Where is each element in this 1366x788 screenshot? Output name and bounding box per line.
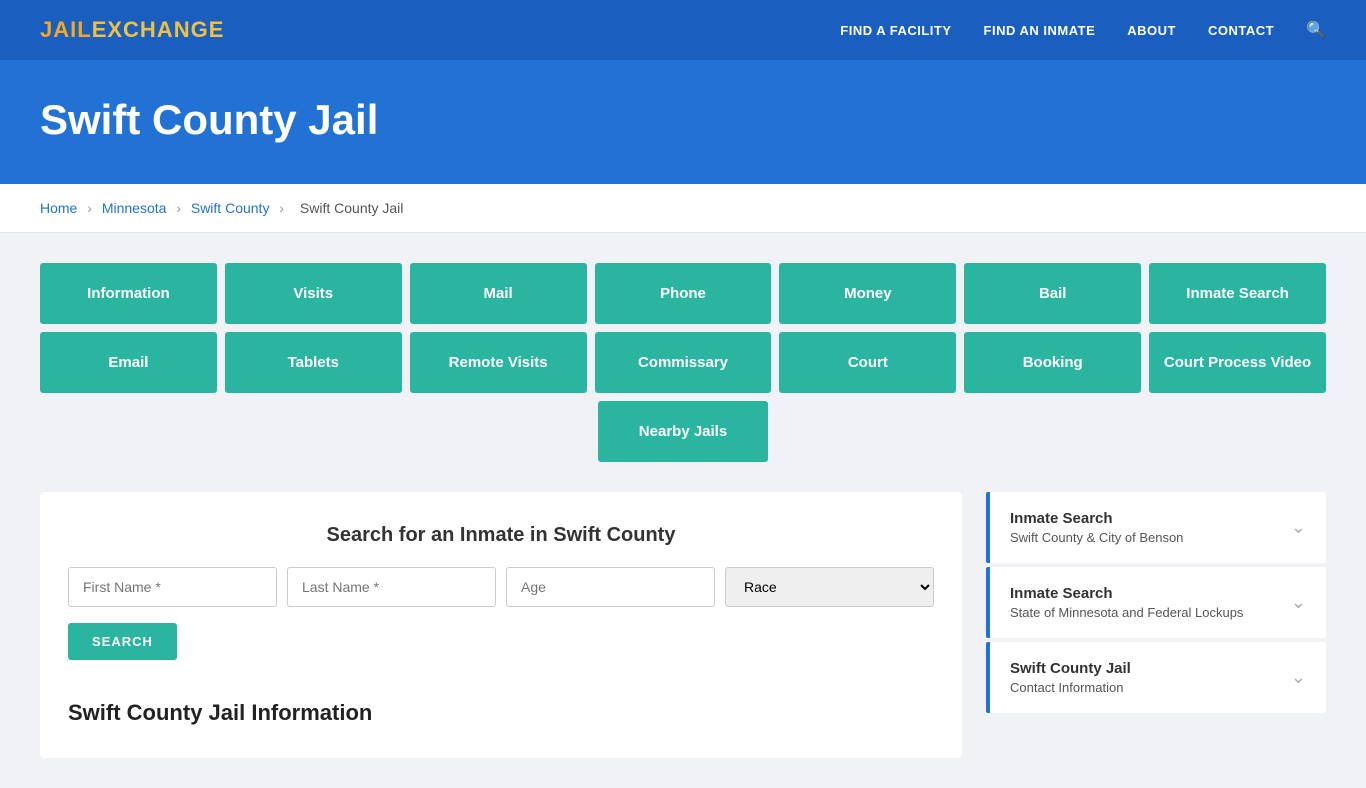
search-title: Search for an Inmate in Swift County (68, 524, 934, 547)
search-panel: Search for an Inmate in Swift County Rac… (40, 492, 962, 758)
navbar: JAILEXCHANGE FIND A FACILITY FIND AN INM… (0, 0, 1366, 60)
sidebar-item-inmate-search-swift[interactable]: Inmate Search Swift County & City of Ben… (986, 492, 1326, 563)
sidebar-item-inmate-search-state[interactable]: Inmate Search State of Minnesota and Fed… (986, 567, 1326, 638)
nav-contact[interactable]: CONTACT (1208, 23, 1274, 38)
first-name-input[interactable] (68, 567, 277, 607)
nav-find-inmate[interactable]: FIND AN INMATE (984, 23, 1096, 38)
sidebar-item-text-2: Inmate Search State of Minnesota and Fed… (1010, 585, 1243, 620)
last-name-input[interactable] (287, 567, 496, 607)
button-grid-row2: Email Tablets Remote Visits Commissary C… (40, 332, 1326, 393)
btn-mail[interactable]: Mail (410, 263, 587, 324)
search-submit-button[interactable]: SEARCH (68, 623, 177, 660)
btn-booking[interactable]: Booking (964, 332, 1141, 393)
breadcrumb-sep-1: › (87, 200, 92, 216)
breadcrumb-minnesota[interactable]: Minnesota (102, 200, 167, 216)
nav-find-facility[interactable]: FIND A FACILITY (840, 23, 951, 38)
logo-jail: JAIL (40, 17, 92, 42)
sidebar-sub-1: Swift County & City of Benson (1010, 530, 1183, 545)
btn-email[interactable]: Email (40, 332, 217, 393)
two-col-layout: Search for an Inmate in Swift County Rac… (40, 492, 1326, 758)
page-title: Swift County Jail (40, 96, 1326, 144)
btn-visits[interactable]: Visits (225, 263, 402, 324)
site-logo[interactable]: JAILEXCHANGE (40, 17, 224, 43)
sidebar: Inmate Search Swift County & City of Ben… (986, 492, 1326, 717)
btn-information[interactable]: Information (40, 263, 217, 324)
sidebar-title-1: Inmate Search (1010, 510, 1183, 527)
breadcrumb-sep-2: › (176, 200, 181, 216)
sidebar-item-text-1: Inmate Search Swift County & City of Ben… (1010, 510, 1183, 545)
search-fields: Race White Black Hispanic Asian Other (68, 567, 934, 607)
nav-links: FIND A FACILITY FIND AN INMATE ABOUT CON… (840, 20, 1326, 40)
sidebar-sub-3: Contact Information (1010, 680, 1131, 695)
btn-nearby-jails[interactable]: Nearby Jails (598, 401, 768, 462)
chevron-down-icon-1: ⌄ (1291, 517, 1306, 538)
chevron-down-icon-3: ⌄ (1291, 667, 1306, 688)
breadcrumb-swift-county[interactable]: Swift County (191, 200, 270, 216)
chevron-down-icon-2: ⌄ (1291, 592, 1306, 613)
sidebar-sub-2: State of Minnesota and Federal Lockups (1010, 605, 1243, 620)
logo-exchange: EXCHANGE (92, 17, 225, 42)
search-icon[interactable]: 🔍 (1306, 20, 1326, 40)
hero-section: Swift County Jail (0, 60, 1366, 184)
breadcrumb-home[interactable]: Home (40, 200, 77, 216)
sidebar-item-contact-info[interactable]: Swift County Jail Contact Information ⌄ (986, 642, 1326, 713)
btn-bail[interactable]: Bail (964, 263, 1141, 324)
section-title: Swift County Jail Information (68, 676, 934, 726)
btn-inmate-search[interactable]: Inmate Search (1149, 263, 1326, 324)
main-content: Information Visits Mail Phone Money Bail… (0, 233, 1366, 788)
age-input[interactable] (506, 567, 715, 607)
btn-court-process-video[interactable]: Court Process Video (1149, 332, 1326, 393)
btn-money[interactable]: Money (779, 263, 956, 324)
nav-about[interactable]: ABOUT (1127, 23, 1176, 38)
race-select[interactable]: Race White Black Hispanic Asian Other (725, 567, 934, 607)
breadcrumb: Home › Minnesota › Swift County › Swift … (0, 184, 1366, 233)
btn-phone[interactable]: Phone (595, 263, 772, 324)
breadcrumb-current: Swift County Jail (300, 200, 403, 216)
btn-court[interactable]: Court (779, 332, 956, 393)
button-grid-row1: Information Visits Mail Phone Money Bail… (40, 263, 1326, 324)
sidebar-item-text-3: Swift County Jail Contact Information (1010, 660, 1131, 695)
sidebar-title-3: Swift County Jail (1010, 660, 1131, 677)
sidebar-title-2: Inmate Search (1010, 585, 1243, 602)
button-grid-row3: Nearby Jails (40, 401, 1326, 462)
breadcrumb-sep-3: › (279, 200, 284, 216)
btn-commissary[interactable]: Commissary (595, 332, 772, 393)
btn-remote-visits[interactable]: Remote Visits (410, 332, 587, 393)
btn-tablets[interactable]: Tablets (225, 332, 402, 393)
